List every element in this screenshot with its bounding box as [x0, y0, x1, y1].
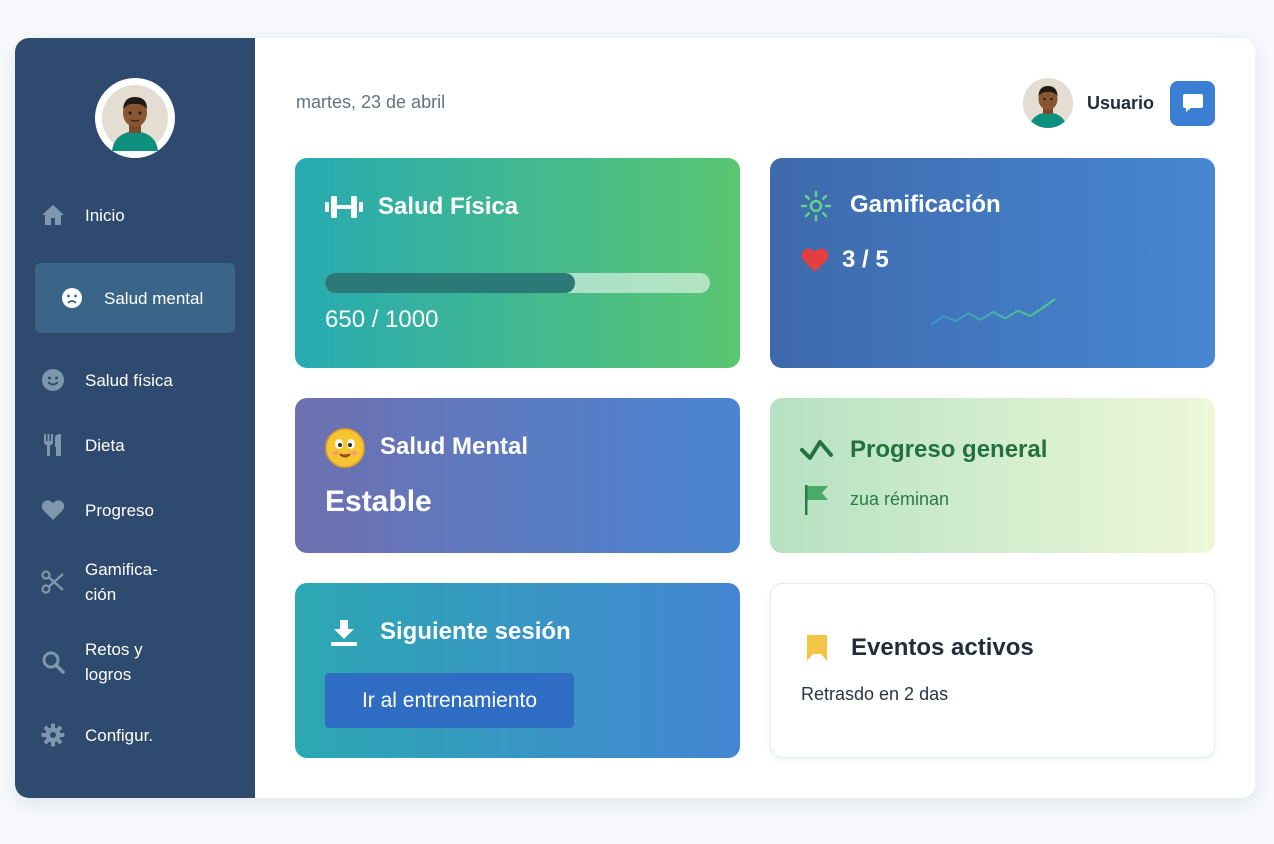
heart-icon	[801, 248, 829, 272]
card-siguiente-sesion[interactable]: Siguiente sesión Ir al entrenamiento	[295, 583, 740, 758]
progress-bar	[325, 273, 710, 293]
user-avatar[interactable]	[1022, 78, 1073, 128]
sidebar-item-label: Retos y logros	[85, 640, 143, 684]
card-title: Salud Física	[378, 193, 519, 220]
flag-icon	[804, 484, 830, 516]
card-gamificacion[interactable]: Gamificación 3 / 5	[770, 158, 1215, 368]
heart-icon	[40, 497, 66, 523]
lives-counter: 3 / 5	[800, 246, 889, 274]
card-progreso-general[interactable]: Progreso general zua réminan	[770, 398, 1215, 553]
sidebar-item-retos[interactable]: Retos y logros	[35, 637, 235, 687]
user-name[interactable]: Usuario	[1087, 93, 1154, 114]
sparkline-line	[930, 298, 1056, 326]
card-salud-fisica[interactable]: Salud Física 650 / 1000	[295, 158, 740, 368]
sun-icon	[800, 190, 832, 222]
sparkline-chart	[930, 298, 1056, 326]
chat-bubble-icon	[1182, 94, 1203, 112]
card-salud-mental[interactable]: Salud Mental Estable	[295, 398, 740, 553]
smile-face-icon	[40, 367, 66, 393]
chat-button[interactable]	[1170, 80, 1215, 126]
lives-text: 3 / 5	[842, 246, 889, 273]
sidebar-item-label: Salud mental	[104, 288, 204, 308]
progress-text: 650 / 1000	[325, 306, 439, 333]
go-to-training-button[interactable]: Ir al entrenamiento	[325, 673, 574, 728]
card-title: Eventos activos	[851, 634, 1034, 661]
sidebar-item-inicio[interactable]: Inicio	[35, 202, 235, 228]
avatar-illustration	[102, 85, 168, 151]
user-header: Usuario	[1022, 78, 1215, 128]
sidebar-item-label: Salud física	[85, 370, 173, 390]
progress-fill	[325, 273, 576, 293]
gear-icon	[40, 722, 66, 748]
card-title: Gamificación	[850, 191, 1001, 218]
sidebar-item-configuracion[interactable]: Configur.	[35, 722, 235, 748]
sidebar-item-label: Dieta	[85, 435, 125, 455]
sidebar-item-dieta[interactable]: Dieta	[35, 432, 235, 458]
avatar-illustration	[1022, 78, 1073, 128]
sidebar-item-label: Gamifica-ción	[85, 560, 158, 604]
sidebar-item-progreso[interactable]: Progreso	[35, 497, 235, 523]
sidebar-item-salud-mental[interactable]: Salud mental	[35, 263, 235, 333]
card-eventos-activos[interactable]: Eventos activos Retrasdo en 2 das	[770, 583, 1215, 758]
home-icon	[40, 202, 66, 228]
sidebar-item-label: Progreso	[85, 500, 154, 520]
sad-face-icon	[59, 285, 85, 311]
download-icon	[330, 619, 358, 647]
sidebar: Inicio Salud mental Salud física Dieta P	[15, 38, 255, 798]
app-window: Inicio Salud mental Salud física Dieta P	[15, 38, 1255, 798]
sidebar-item-label: Inicio	[85, 205, 125, 225]
sidebar-avatar[interactable]	[95, 78, 175, 158]
main-content: martes, 23 de abril Usuario Salud Física…	[255, 38, 1255, 798]
utensils-icon	[40, 432, 66, 458]
bookmark-icon	[806, 634, 828, 662]
scissors-icon	[40, 569, 66, 595]
card-title: Salud Mental	[380, 433, 529, 460]
dumbbell-icon	[325, 194, 363, 220]
card-title: Progreso general	[850, 436, 1048, 463]
search-icon	[40, 649, 66, 675]
sidebar-item-label: Configur.	[85, 725, 154, 745]
mental-status: Estable	[325, 485, 432, 518]
progress-subtitle: zua réminan	[850, 489, 950, 509]
emoji-face-icon	[325, 428, 365, 468]
sidebar-item-salud-fisica[interactable]: Salud física	[35, 367, 235, 393]
events-subtitle: Retrasdo en 2 das	[801, 684, 949, 704]
current-date: martes, 23 de abril	[296, 92, 446, 112]
card-title: Siguiente sesión	[380, 618, 571, 645]
sidebar-item-gamificacion[interactable]: Gamifica-ción	[35, 557, 235, 607]
trend-check-icon	[800, 436, 834, 462]
